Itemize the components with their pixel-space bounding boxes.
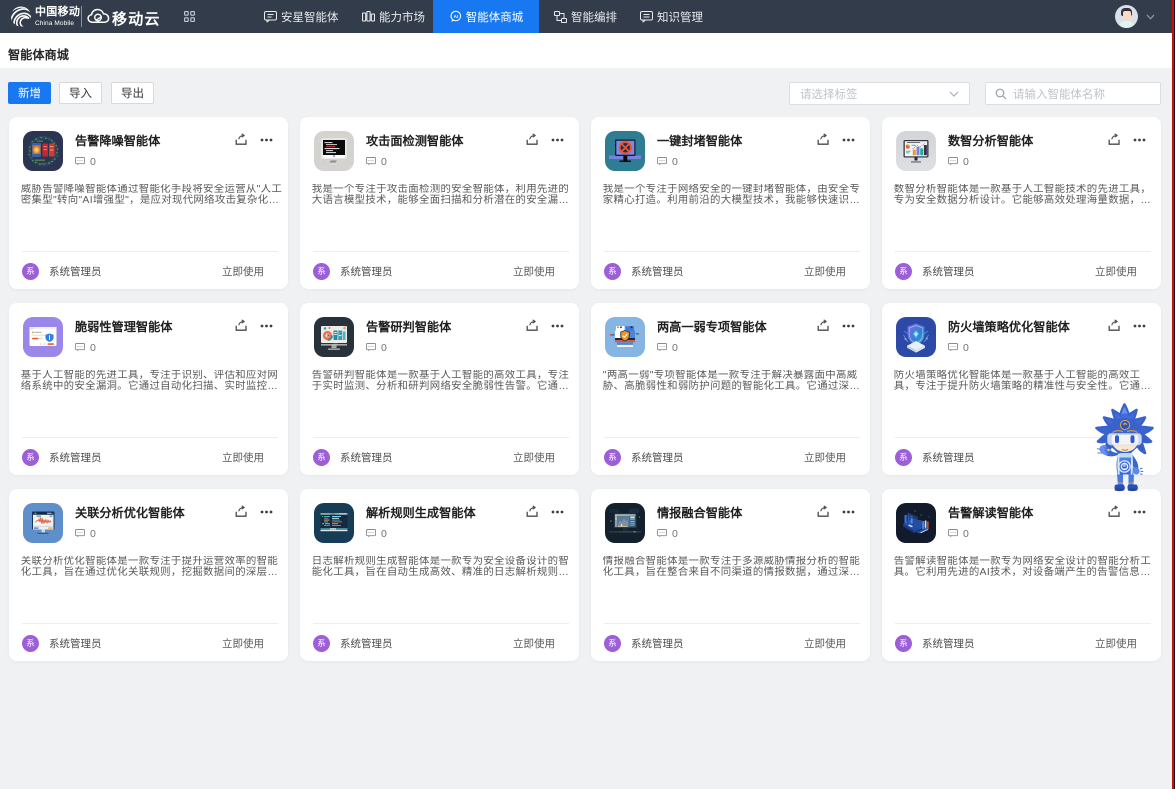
svg-text:AI: AI xyxy=(453,14,458,19)
